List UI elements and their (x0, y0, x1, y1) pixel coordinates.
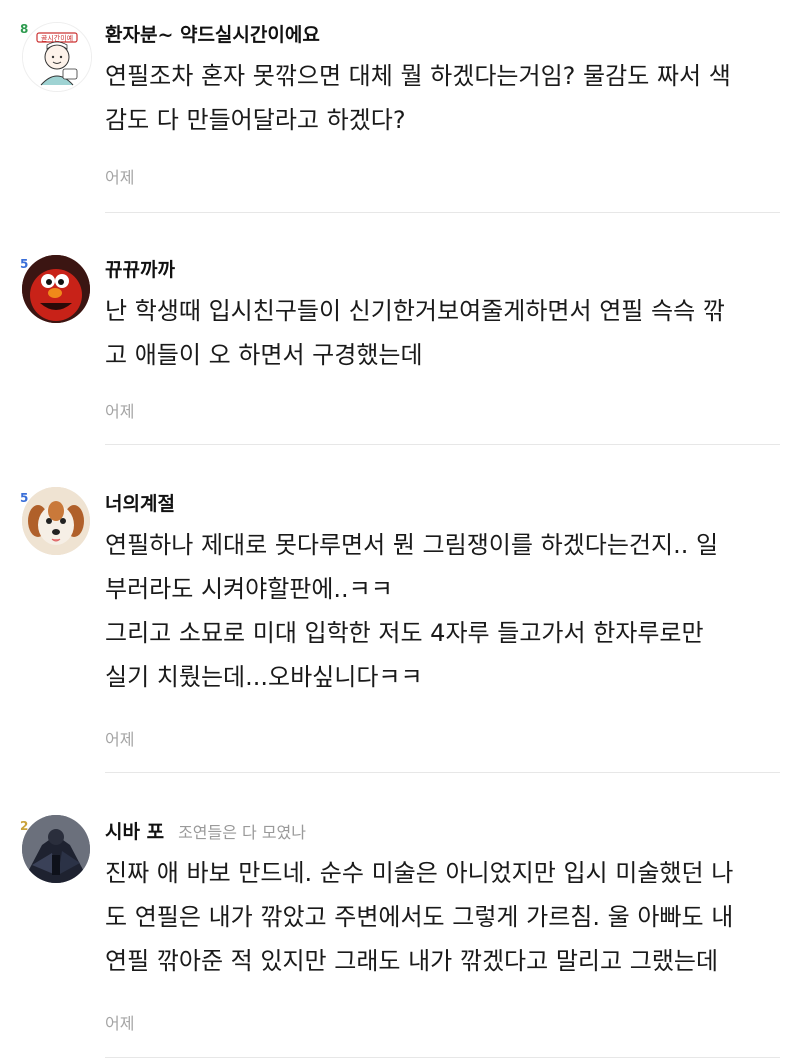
level-badge: 2 (20, 819, 29, 833)
comment-item: 2 시바 포 조연들은 다 모였나 진짜 애 바보 만드네. 순수 미술은 아니었… (0, 773, 800, 1059)
nickname-text[interactable]: 너의계절 (105, 493, 175, 515)
comment-line: 감도 다 만들어달라고 하겠다? (105, 106, 406, 134)
nickname[interactable]: 뀨뀨까까 (105, 255, 175, 282)
comment-body: 연필하나 제대로 못다루면서 뭔 그림쟁이를 하겠다는건지.. 일 부러라도 시… (105, 523, 785, 699)
comment-date: 어제 (105, 402, 135, 421)
comment-line: 난 학생때 입시친구들이 신기한거보여줄게하면서 연필 슥슥 깎 (105, 297, 725, 325)
comment-item: 골시간이예 8 환자분~ 약드실시간이에요 연필조차 혼자 못깎으면 대체 뭘 … (0, 0, 800, 213)
level-badge: 5 (20, 257, 29, 271)
comment-line: 진짜 애 바보 만드네. 순수 미술은 아니었지만 입시 미술했던 나 (105, 859, 734, 887)
avatar[interactable] (22, 487, 90, 555)
comment-line: 고 애들이 오 하면서 구경했는데 (105, 341, 423, 369)
comment-item: 5 너의계절 연필하나 제대로 못다루면서 뭔 그림쟁이를 하겠다는건지.. 일… (0, 445, 800, 773)
nickname[interactable]: 시바 포 조연들은 다 모였나 (105, 817, 306, 844)
comment-body: 연필조차 혼자 못깎으면 대체 뭘 하겠다는거임? 물감도 짜서 색 감도 다 … (105, 54, 785, 142)
comment-item: 5 뀨뀨까까 난 학생때 입시친구들이 신기한거보여줄게하면서 연필 슥슥 깎 … (0, 213, 800, 445)
comment-line: 연필 깎아준 적 있지만 그래도 내가 깎겠다고 말리고 그랬는데 (105, 947, 719, 975)
avatar[interactable]: 골시간이예 (22, 22, 92, 92)
comment-date: 어제 (105, 730, 135, 749)
level-badge: 5 (20, 491, 29, 505)
nurse-avatar-icon: 골시간이예 (23, 23, 91, 91)
red-puppet-avatar-icon (22, 255, 90, 323)
dark-character-avatar-icon (22, 815, 90, 883)
nickname-text[interactable]: 뀨뀨까까 (105, 259, 175, 281)
divider (105, 1057, 780, 1058)
puppy-avatar-icon (22, 487, 90, 555)
comment-line: 부러라도 시켜야할판에..ㅋㅋ (105, 575, 393, 603)
comment-line: 실기 치뤘는데...오바싶니다ㅋㅋ (105, 663, 423, 691)
nickname[interactable]: 너의계절 (105, 489, 175, 516)
comment-line: 연필조차 혼자 못깎으면 대체 뭘 하겠다는거임? 물감도 짜서 색 (105, 62, 731, 90)
nickname-subtitle: 조연들은 다 모였나 (178, 823, 306, 842)
comment-date: 어제 (105, 168, 135, 187)
comment-body: 난 학생때 입시친구들이 신기한거보여줄게하면서 연필 슥슥 깎 고 애들이 오… (105, 289, 785, 377)
comment-line: 연필하나 제대로 못다루면서 뭔 그림쟁이를 하겠다는건지.. 일 (105, 531, 719, 559)
svg-text:골시간이예: 골시간이예 (41, 34, 73, 43)
comment-line: 도 연필은 내가 깎았고 주변에서도 그렇게 가르침. 울 아빠도 내 (105, 903, 734, 931)
nickname[interactable]: 환자분~ 약드실시간이에요 (105, 20, 320, 47)
nickname-text[interactable]: 시바 포 (105, 821, 164, 843)
comment-line: 그리고 소묘로 미대 입학한 저도 4자루 들고가서 한자루로만 (105, 619, 704, 647)
comment-body: 진짜 애 바보 만드네. 순수 미술은 아니었지만 입시 미술했던 나 도 연필… (105, 851, 785, 983)
nickname-text[interactable]: 환자분~ 약드실시간이에요 (105, 24, 320, 46)
comment-date: 어제 (105, 1014, 135, 1033)
avatar[interactable] (22, 255, 90, 323)
avatar[interactable] (22, 815, 90, 883)
level-badge: 8 (20, 22, 29, 36)
